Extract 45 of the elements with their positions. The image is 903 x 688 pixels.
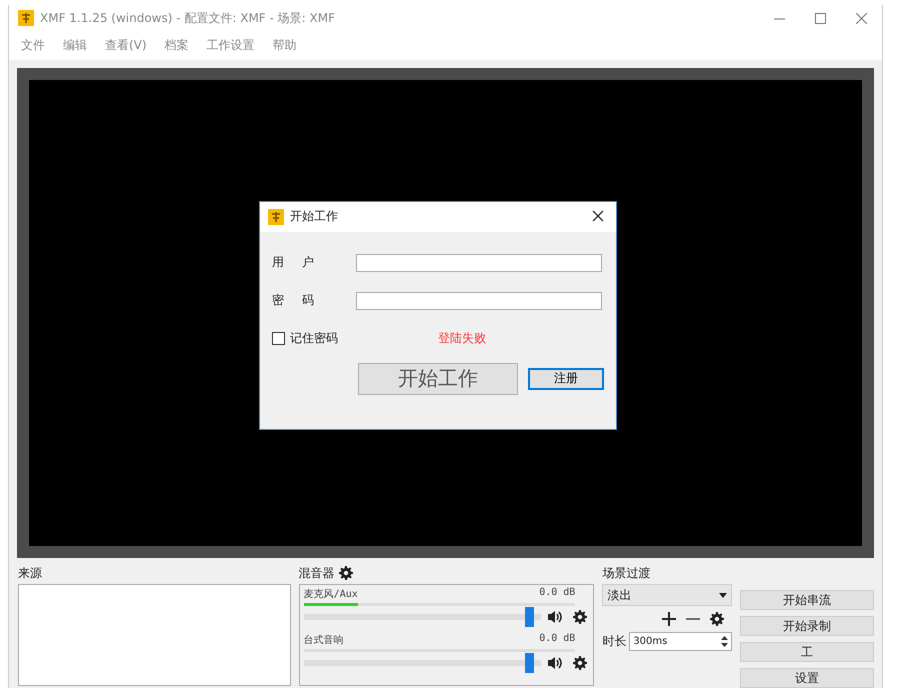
- field-label: 密 码: [272, 292, 315, 310]
- window-title: XMF 1.1.25 (windows) - 配置文件: XMF - 场景: XMF: [40, 10, 336, 27]
- control-button[interactable]: 工: [740, 642, 874, 662]
- app-logo-icon: [18, 10, 34, 26]
- menu-item[interactable]: 档案: [164, 37, 189, 54]
- transition-dropdown[interactable]: 淡出: [602, 584, 732, 606]
- checkbox-label: 记住密码: [290, 330, 338, 347]
- settings-icon[interactable]: [338, 566, 353, 580]
- settings-icon[interactable]: [573, 610, 588, 624]
- register-button[interactable]: 注册: [528, 368, 604, 390]
- channel-reading: 0.0 dB: [539, 587, 576, 600]
- speaker-icon[interactable]: [547, 610, 564, 624]
- app-logo-icon: [268, 208, 284, 225]
- menu-item[interactable]: 帮助: [272, 37, 297, 54]
- control-button[interactable]: 设置: [740, 668, 874, 688]
- control-button[interactable]: 开始录制: [740, 616, 874, 636]
- speaker-icon[interactable]: [547, 656, 564, 670]
- input-field[interactable]: [356, 254, 602, 272]
- menu-item[interactable]: 查看(V): [105, 37, 147, 54]
- spin-arrows-icon[interactable]: [721, 636, 728, 647]
- dialog-title: 开始工作: [290, 208, 339, 226]
- channel-reading: 0.0 dB: [539, 633, 576, 646]
- channel-name: 麦克风/Aux: [304, 588, 358, 601]
- settings-icon[interactable]: [710, 612, 724, 626]
- remember-checkbox[interactable]: [272, 332, 285, 345]
- add-icon[interactable]: [662, 612, 676, 626]
- field-label: 用 户: [272, 254, 315, 272]
- dropdown-arrow-icon: [719, 592, 728, 598]
- channel-name: 台式音响: [304, 634, 344, 647]
- field-label: 时长: [602, 633, 626, 650]
- menu-item[interactable]: 工作设置: [206, 37, 255, 54]
- error-message: 登陆失败: [438, 330, 486, 347]
- slider-thumb[interactable]: [525, 607, 534, 627]
- menu-item[interactable]: 编辑: [63, 37, 87, 54]
- panel-title: 场景过渡: [602, 564, 650, 582]
- settings-icon[interactable]: [573, 656, 588, 670]
- start-button[interactable]: 开始工作: [358, 362, 518, 395]
- control-button[interactable]: 开始串流: [740, 590, 874, 610]
- panel-title: 来源: [18, 564, 42, 582]
- menu-item[interactable]: 文件: [21, 37, 45, 54]
- maximize-icon[interactable]: [815, 12, 826, 24]
- input-field[interactable]: [356, 292, 602, 310]
- slider-thumb[interactable]: [525, 653, 534, 673]
- duration-spinbox[interactable]: 300ms: [629, 632, 732, 651]
- panel-title: 混音器: [298, 564, 335, 582]
